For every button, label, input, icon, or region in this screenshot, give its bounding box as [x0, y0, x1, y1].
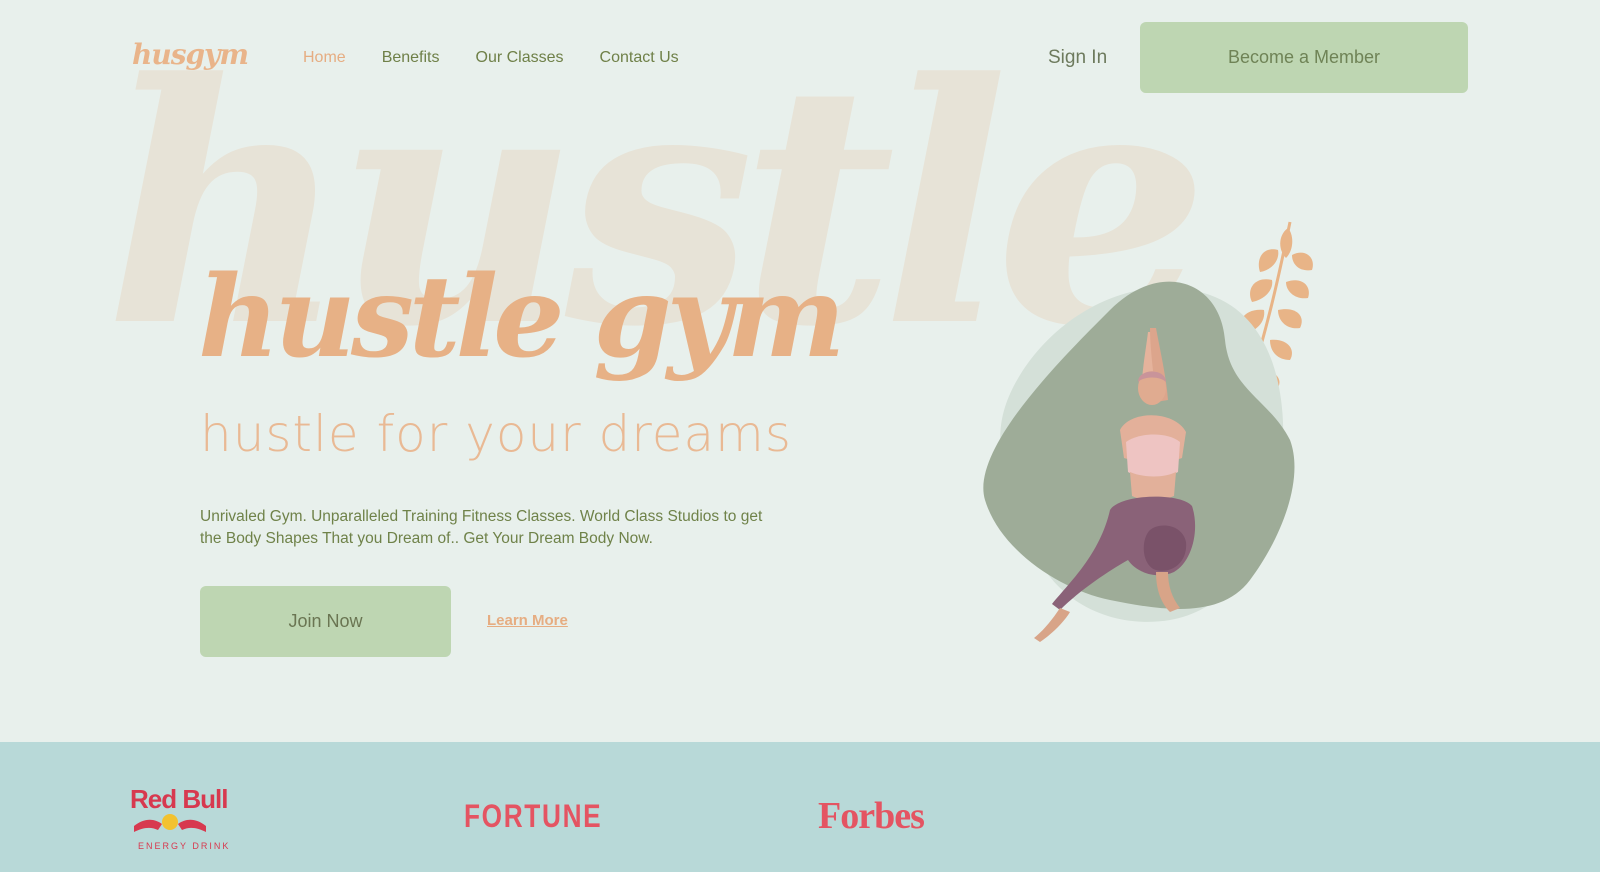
- hero-description: Unrivaled Gym. Unparalleled Training Fit…: [200, 508, 763, 547]
- learn-more-link[interactable]: Learn More: [487, 612, 568, 629]
- forbes-logo: Forbes: [818, 795, 925, 837]
- logo[interactable]: husgym: [132, 38, 249, 71]
- redbull-logo: Red Bull ENERGY DRINK: [130, 786, 240, 851]
- redbull-wordmark: Red Bull: [130, 784, 228, 814]
- hero-title: hustle gym: [198, 252, 845, 383]
- become-member-button[interactable]: Become a Member: [1140, 22, 1468, 93]
- redbull-tagline: ENERGY DRINK: [138, 841, 231, 851]
- fortune-logo: FORTUNE: [464, 798, 603, 834]
- bull-icon: [134, 814, 206, 832]
- sign-in-link[interactable]: Sign In: [1048, 47, 1107, 69]
- nav-link-our-classes[interactable]: Our Classes: [476, 49, 564, 67]
- main-nav: Home Benefits Our Classes Contact Us: [303, 49, 679, 67]
- hero-subtitle: hustle for your dreams: [200, 405, 792, 463]
- nav-link-home[interactable]: Home: [303, 49, 346, 67]
- yoga-illustration: [983, 221, 1313, 642]
- hero-section: hustle husgym Home Benefits Our Classes …: [0, 0, 1600, 742]
- brand-bar: Red Bull ENERGY DRINK FORTUNE Forbes: [0, 742, 1600, 872]
- nav-link-benefits[interactable]: Benefits: [382, 49, 440, 67]
- join-now-button[interactable]: Join Now: [200, 586, 451, 657]
- nav-link-contact-us[interactable]: Contact Us: [600, 49, 679, 67]
